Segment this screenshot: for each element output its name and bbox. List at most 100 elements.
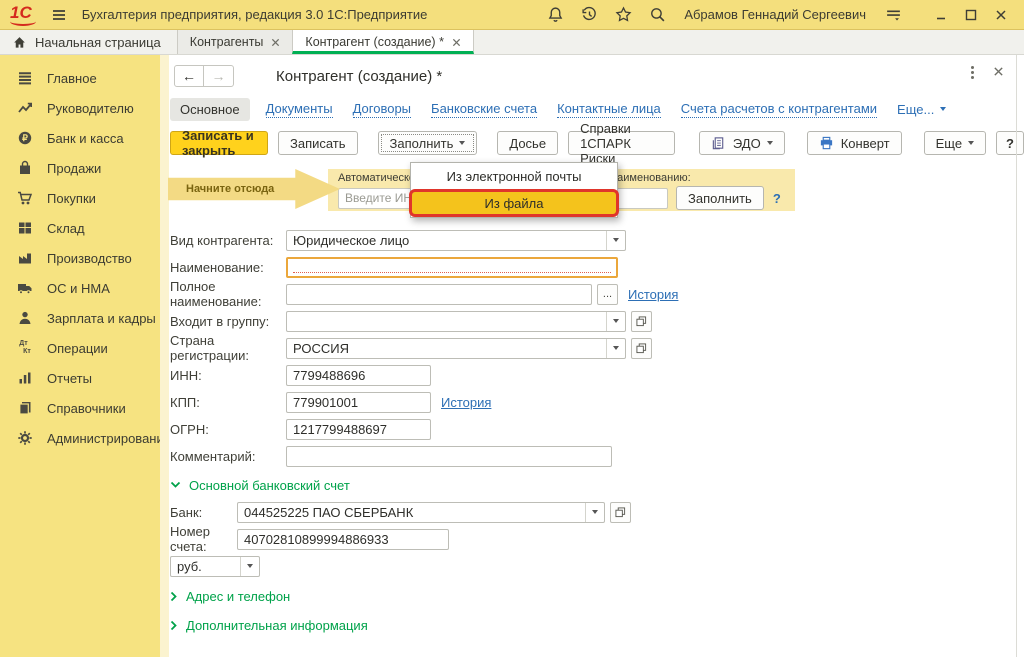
nav-tab-contacts[interactable]: Контактные лица	[557, 101, 661, 118]
sidebar-item-warehouse[interactable]: Склад	[0, 213, 160, 243]
notifications-button[interactable]	[542, 4, 568, 26]
save-and-close-button[interactable]: Записать и закрыть	[170, 131, 268, 155]
chevron-down-icon	[247, 564, 253, 568]
sidebar-item-directories[interactable]: Справочники	[0, 393, 160, 423]
app-window: 1С Бухгалтерия предприятия, редакция 3.0…	[0, 0, 1024, 657]
tab-close-button[interactable]	[271, 38, 280, 47]
nav-tab-bank-accounts[interactable]: Банковские счета	[431, 101, 537, 118]
forward-button[interactable]: →	[204, 66, 233, 86]
spark-reports-button[interactable]: Справки 1СПАРК Риски	[568, 131, 675, 155]
sidebar-item-production[interactable]: Производство	[0, 243, 160, 273]
country-open-button[interactable]	[631, 338, 652, 359]
chevron-down-icon	[968, 141, 974, 145]
sidebar-item-administration[interactable]: Администрирование	[0, 423, 160, 453]
edo-dropdown-button[interactable]: ЭДО	[699, 131, 785, 155]
envelope-print-button[interactable]: Конверт	[807, 131, 902, 155]
edo-documents-icon	[711, 136, 726, 151]
chevron-down-icon	[592, 510, 598, 514]
sidebar-item-sales[interactable]: Продажи	[0, 153, 160, 183]
open-in-window-icon	[636, 316, 647, 327]
chevron-down-icon	[940, 107, 946, 111]
sidebar-item-main[interactable]: Главное	[0, 63, 160, 93]
ogrn-input[interactable]: 1217799488697	[286, 419, 431, 440]
sidebar-item-salary-hr[interactable]: Зарплата и кадры	[0, 303, 160, 333]
main-menu-button[interactable]	[46, 4, 72, 26]
service-menu-button[interactable]	[880, 4, 906, 26]
inn-input[interactable]: 7799488696	[286, 365, 431, 386]
form-close-button[interactable]	[993, 65, 1004, 80]
currency-combobox[interactable]: руб.	[170, 556, 260, 577]
field-row-group: Входит в группу:	[170, 310, 1024, 332]
assistant-fill-button[interactable]: Заполнить	[676, 186, 764, 210]
full-name-history-link[interactable]: История	[628, 287, 678, 302]
history-button[interactable]	[576, 4, 602, 26]
combo-arrow-button[interactable]	[585, 503, 604, 522]
nav-tab-main[interactable]: Основное	[170, 98, 250, 121]
form-header: ← → Контрагент (создание) *	[174, 63, 1024, 89]
nav-tab-contracts[interactable]: Договоры	[353, 101, 411, 118]
dossier-button[interactable]: Досье	[497, 131, 558, 155]
content-right-divider	[1016, 55, 1017, 657]
minimize-button[interactable]	[928, 4, 954, 26]
favorites-button[interactable]	[610, 4, 636, 26]
field-row-ogrn: ОГРН: 1217799488697	[170, 418, 1024, 440]
full-name-input[interactable]	[286, 284, 592, 305]
form-menu-dots-button[interactable]	[971, 66, 974, 79]
help-button[interactable]: ?	[996, 131, 1024, 155]
field-row-bank: Банк: 044525225 ПАО СБЕРБАНК	[170, 501, 1024, 523]
combo-arrow-button[interactable]	[606, 339, 625, 358]
chevron-down-icon	[613, 346, 619, 350]
tab-counterparties[interactable]: Контрагенты	[177, 30, 293, 54]
kpp-input[interactable]: 779901001	[286, 392, 431, 413]
section-main-bank-account[interactable]: Основной банковский счет	[170, 475, 1024, 495]
close-window-button[interactable]	[988, 4, 1014, 26]
section-address-phone[interactable]: Адрес и телефон	[170, 586, 1024, 606]
comment-input[interactable]	[286, 446, 612, 467]
printer-icon	[819, 136, 834, 151]
open-in-window-icon	[615, 507, 626, 518]
sidebar-item-purchases[interactable]: Покупки	[0, 183, 160, 213]
tab-close-button[interactable]	[452, 38, 461, 47]
tab-counterparty-new[interactable]: Контрагент (создание) *	[292, 30, 474, 54]
maximize-button[interactable]	[958, 4, 984, 26]
full-name-more-button[interactable]: ...	[597, 284, 618, 305]
start-here-label: Начните отсюда	[186, 183, 274, 195]
combo-arrow-button[interactable]	[606, 312, 625, 331]
section-additional-info[interactable]: Дополнительная информация	[170, 615, 1024, 635]
current-user[interactable]: Абрамов Геннадий Сергеевич	[684, 7, 866, 22]
menu-item-from-email[interactable]: Из электронной почты	[411, 163, 617, 189]
back-button[interactable]: ←	[175, 66, 204, 86]
tab-home[interactable]: Начальная страница	[0, 30, 177, 54]
sidebar-item-manager[interactable]: Руководителю	[0, 93, 160, 123]
save-button[interactable]: Записать	[278, 131, 358, 155]
nav-tab-documents[interactable]: Документы	[266, 101, 333, 118]
bank-combobox[interactable]: 044525225 ПАО СБЕРБАНК	[237, 502, 605, 523]
country-combobox[interactable]: РОССИЯ	[286, 338, 626, 359]
menu-item-from-file[interactable]: Из файла	[409, 189, 619, 217]
account-number-input[interactable]: 40702810899994886933	[237, 529, 449, 550]
nav-tab-settlement-accounts[interactable]: Счета расчетов с контрагентами	[681, 101, 877, 118]
chevron-right-icon	[170, 620, 178, 631]
sidebar-item-bank-cash[interactable]: ₽ Банк и касса	[0, 123, 160, 153]
group-combobox[interactable]	[286, 311, 626, 332]
form-toolbar: Записать и закрыть Записать Заполнить До…	[170, 131, 1024, 155]
sidebar-item-fixed-assets[interactable]: ОС и НМА	[0, 273, 160, 303]
nav-more-button[interactable]: Еще...	[897, 102, 946, 117]
group-open-button[interactable]	[631, 311, 652, 332]
field-row-full-name: Полное наименование: ... История	[170, 283, 1024, 305]
sidebar-item-reports[interactable]: Отчеты	[0, 363, 160, 393]
more-button[interactable]: Еще	[924, 131, 986, 155]
tab-label: Контрагенты	[190, 35, 264, 49]
search-button[interactable]	[644, 4, 670, 26]
kpp-history-link[interactable]: История	[441, 395, 491, 410]
fill-dropdown-button[interactable]: Заполнить	[378, 131, 478, 155]
app-title: Бухгалтерия предприятия, редакция 3.0 1С…	[82, 7, 428, 22]
tab-label: Контрагент (создание) *	[305, 35, 444, 49]
combo-arrow-button[interactable]	[606, 231, 625, 250]
sidebar-item-operations[interactable]: Дт Кт Операции	[0, 333, 160, 363]
name-input[interactable]	[286, 257, 618, 278]
assistant-help-link[interactable]: ?	[773, 191, 781, 206]
kind-combobox[interactable]: Юридическое лицо	[286, 230, 626, 251]
bank-open-button[interactable]	[610, 502, 631, 523]
combo-arrow-button[interactable]	[240, 557, 259, 576]
